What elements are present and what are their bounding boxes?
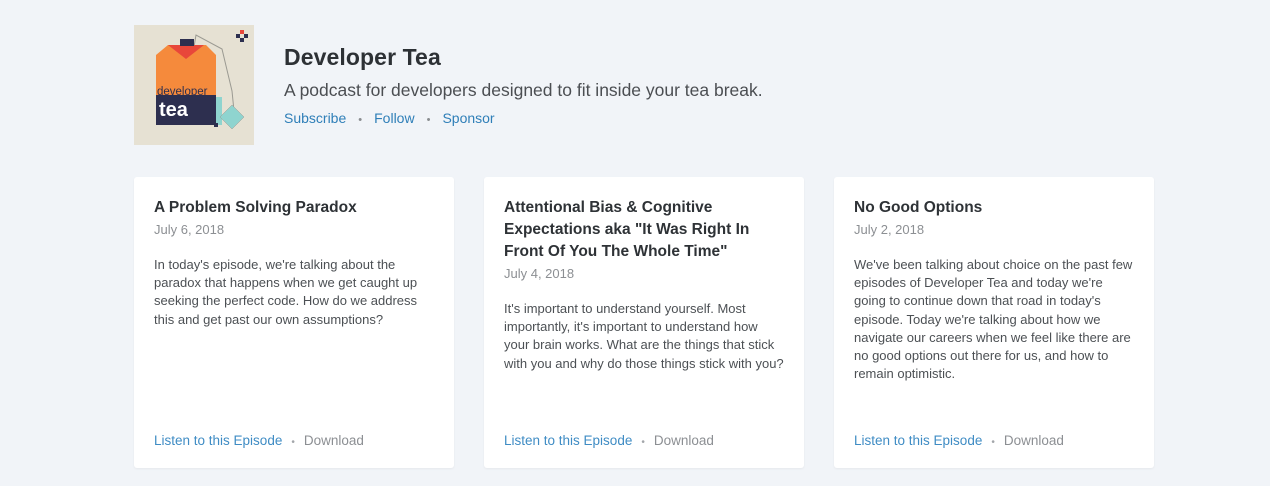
subscribe-link[interactable]: Subscribe (284, 110, 346, 126)
episode-date: July 2, 2018 (854, 222, 925, 237)
episode-actions: Listen to this Episode • Download (154, 433, 364, 448)
link-separator: • (426, 114, 431, 126)
podcast-description: A podcast for developers designed to fit… (284, 80, 763, 100)
episode-date: July 6, 2018 (154, 222, 225, 237)
tea-bag-illustration: developer tea (134, 25, 254, 145)
link-separator: • (358, 114, 363, 126)
episode-description: We've been talking about choice on the p… (854, 257, 1133, 382)
cover-text-tea: tea (159, 99, 189, 121)
cover-text-developer: developer (157, 86, 208, 98)
episode-title[interactable]: Attentional Bias & Cognitive Expectation… (504, 197, 784, 263)
download-link[interactable]: Download (304, 433, 364, 448)
action-separator: • (991, 437, 995, 448)
episode-title[interactable]: No Good Options (854, 197, 1134, 219)
episode-description: In today's episode, we're talking about … (154, 257, 418, 327)
download-link[interactable]: Download (654, 433, 714, 448)
episode-actions: Listen to this Episode • Download (504, 433, 714, 448)
sponsor-link[interactable]: Sponsor (442, 110, 494, 126)
episode-card: No Good Options July 2, 2018 We've been … (834, 177, 1154, 468)
podcast-page: developer tea Developer Tea A podcast fo… (0, 0, 1270, 486)
listen-to-episode-link[interactable]: Listen to this Episode (154, 433, 282, 448)
podcast-header: developer tea Developer Tea A podcast fo… (134, 25, 1134, 145)
episode-description: It's important to understand yourself. M… (504, 301, 784, 371)
download-link[interactable]: Download (1004, 433, 1064, 448)
podcast-links: Subscribe • Follow • Sponsor (284, 110, 763, 126)
podcast-cover-art[interactable]: developer tea (134, 25, 254, 145)
podcast-info: Developer Tea A podcast for developers d… (284, 44, 763, 126)
episode-actions: Listen to this Episode • Download (854, 433, 1064, 448)
episode-card: A Problem Solving Paradox July 6, 2018 I… (134, 177, 454, 468)
podcast-title: Developer Tea (284, 44, 441, 70)
listen-to-episode-link[interactable]: Listen to this Episode (854, 433, 982, 448)
listen-to-episode-link[interactable]: Listen to this Episode (504, 433, 632, 448)
action-separator: • (641, 437, 645, 448)
episode-title[interactable]: A Problem Solving Paradox (154, 197, 434, 219)
episode-card: Attentional Bias & Cognitive Expectation… (484, 177, 804, 468)
follow-link[interactable]: Follow (374, 110, 414, 126)
episode-date: July 4, 2018 (504, 266, 575, 281)
action-separator: • (291, 437, 295, 448)
